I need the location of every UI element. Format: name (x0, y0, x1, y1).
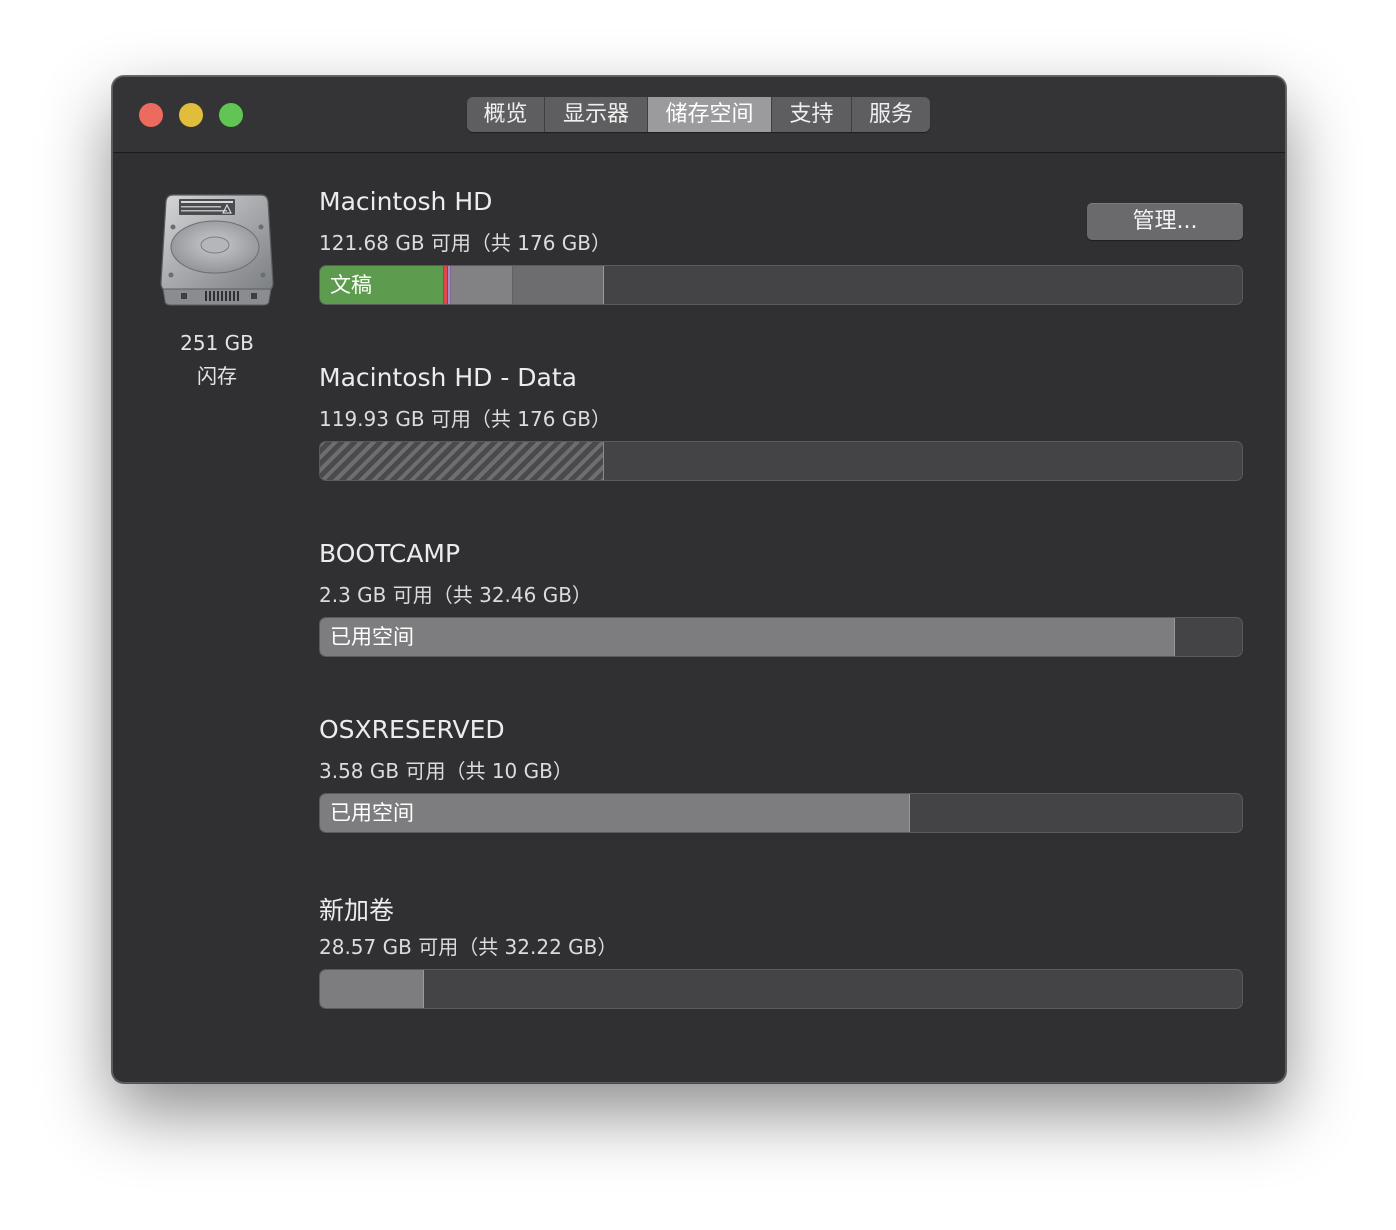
tab-bar: 概览 显示器 储存空间 支持 服务 (467, 97, 930, 132)
usage-segment-primary[interactable]: 已用空间 (320, 618, 1175, 656)
usage-segment-label: 已用空间 (330, 625, 414, 649)
disk-type: 闪存 (197, 364, 237, 388)
hard-drive-icon (160, 194, 274, 306)
manage-button[interactable]: 管理... (1087, 203, 1243, 240)
usage-segment[interactable] (320, 442, 604, 480)
volume-capacity: 121.68 GB 可用（共 176 GB） (319, 231, 612, 255)
tab-support[interactable]: 支持 (772, 97, 852, 132)
usage-bar[interactable] (319, 441, 1243, 481)
zoom-button[interactable] (219, 103, 243, 127)
usage-segment-label: 已用空间 (330, 801, 414, 825)
minimize-button[interactable] (179, 103, 203, 127)
tab-displays[interactable]: 显示器 (545, 97, 648, 132)
tab-overview[interactable]: 概览 (467, 97, 545, 132)
volume-capacity: 2.3 GB 可用（共 32.46 GB） (319, 583, 592, 607)
usage-segment-primary[interactable]: 已用空间 (320, 794, 911, 832)
volume-name: Macintosh HD - Data (319, 363, 577, 392)
tab-storage[interactable]: 储存空间 (648, 97, 772, 132)
usage-segment-primary[interactable]: 文稿 (320, 266, 445, 304)
usage-segment[interactable] (320, 970, 425, 1008)
close-button[interactable] (139, 103, 163, 127)
title-bar: 概览 显示器 储存空间 支持 服务 (113, 77, 1285, 153)
tab-service[interactable]: 服务 (852, 97, 930, 132)
volume-capacity: 119.93 GB 可用（共 176 GB） (319, 407, 612, 431)
usage-segment[interactable] (450, 266, 513, 304)
volume-name: 新加卷 (319, 896, 395, 925)
usage-segment-label: 文稿 (330, 273, 372, 297)
usage-bar[interactable]: 文稿 (319, 265, 1243, 305)
system-info-window: 概览 显示器 储存空间 支持 服务 251 GB 闪存 管理... Macint… (112, 76, 1286, 1083)
usage-bar[interactable]: 已用空间 (319, 617, 1243, 657)
usage-bar[interactable]: 已用空间 (319, 793, 1243, 833)
usage-bar[interactable] (319, 969, 1243, 1009)
volume-name: OSXRESERVED (319, 715, 505, 744)
usage-segment[interactable] (512, 266, 604, 304)
volume-capacity: 28.57 GB 可用（共 32.22 GB） (319, 935, 618, 959)
disk-size: 251 GB (180, 331, 254, 355)
volume-capacity: 3.58 GB 可用（共 10 GB） (319, 759, 573, 783)
volume-name: Macintosh HD (319, 187, 493, 216)
volume-name: BOOTCAMP (319, 539, 461, 568)
